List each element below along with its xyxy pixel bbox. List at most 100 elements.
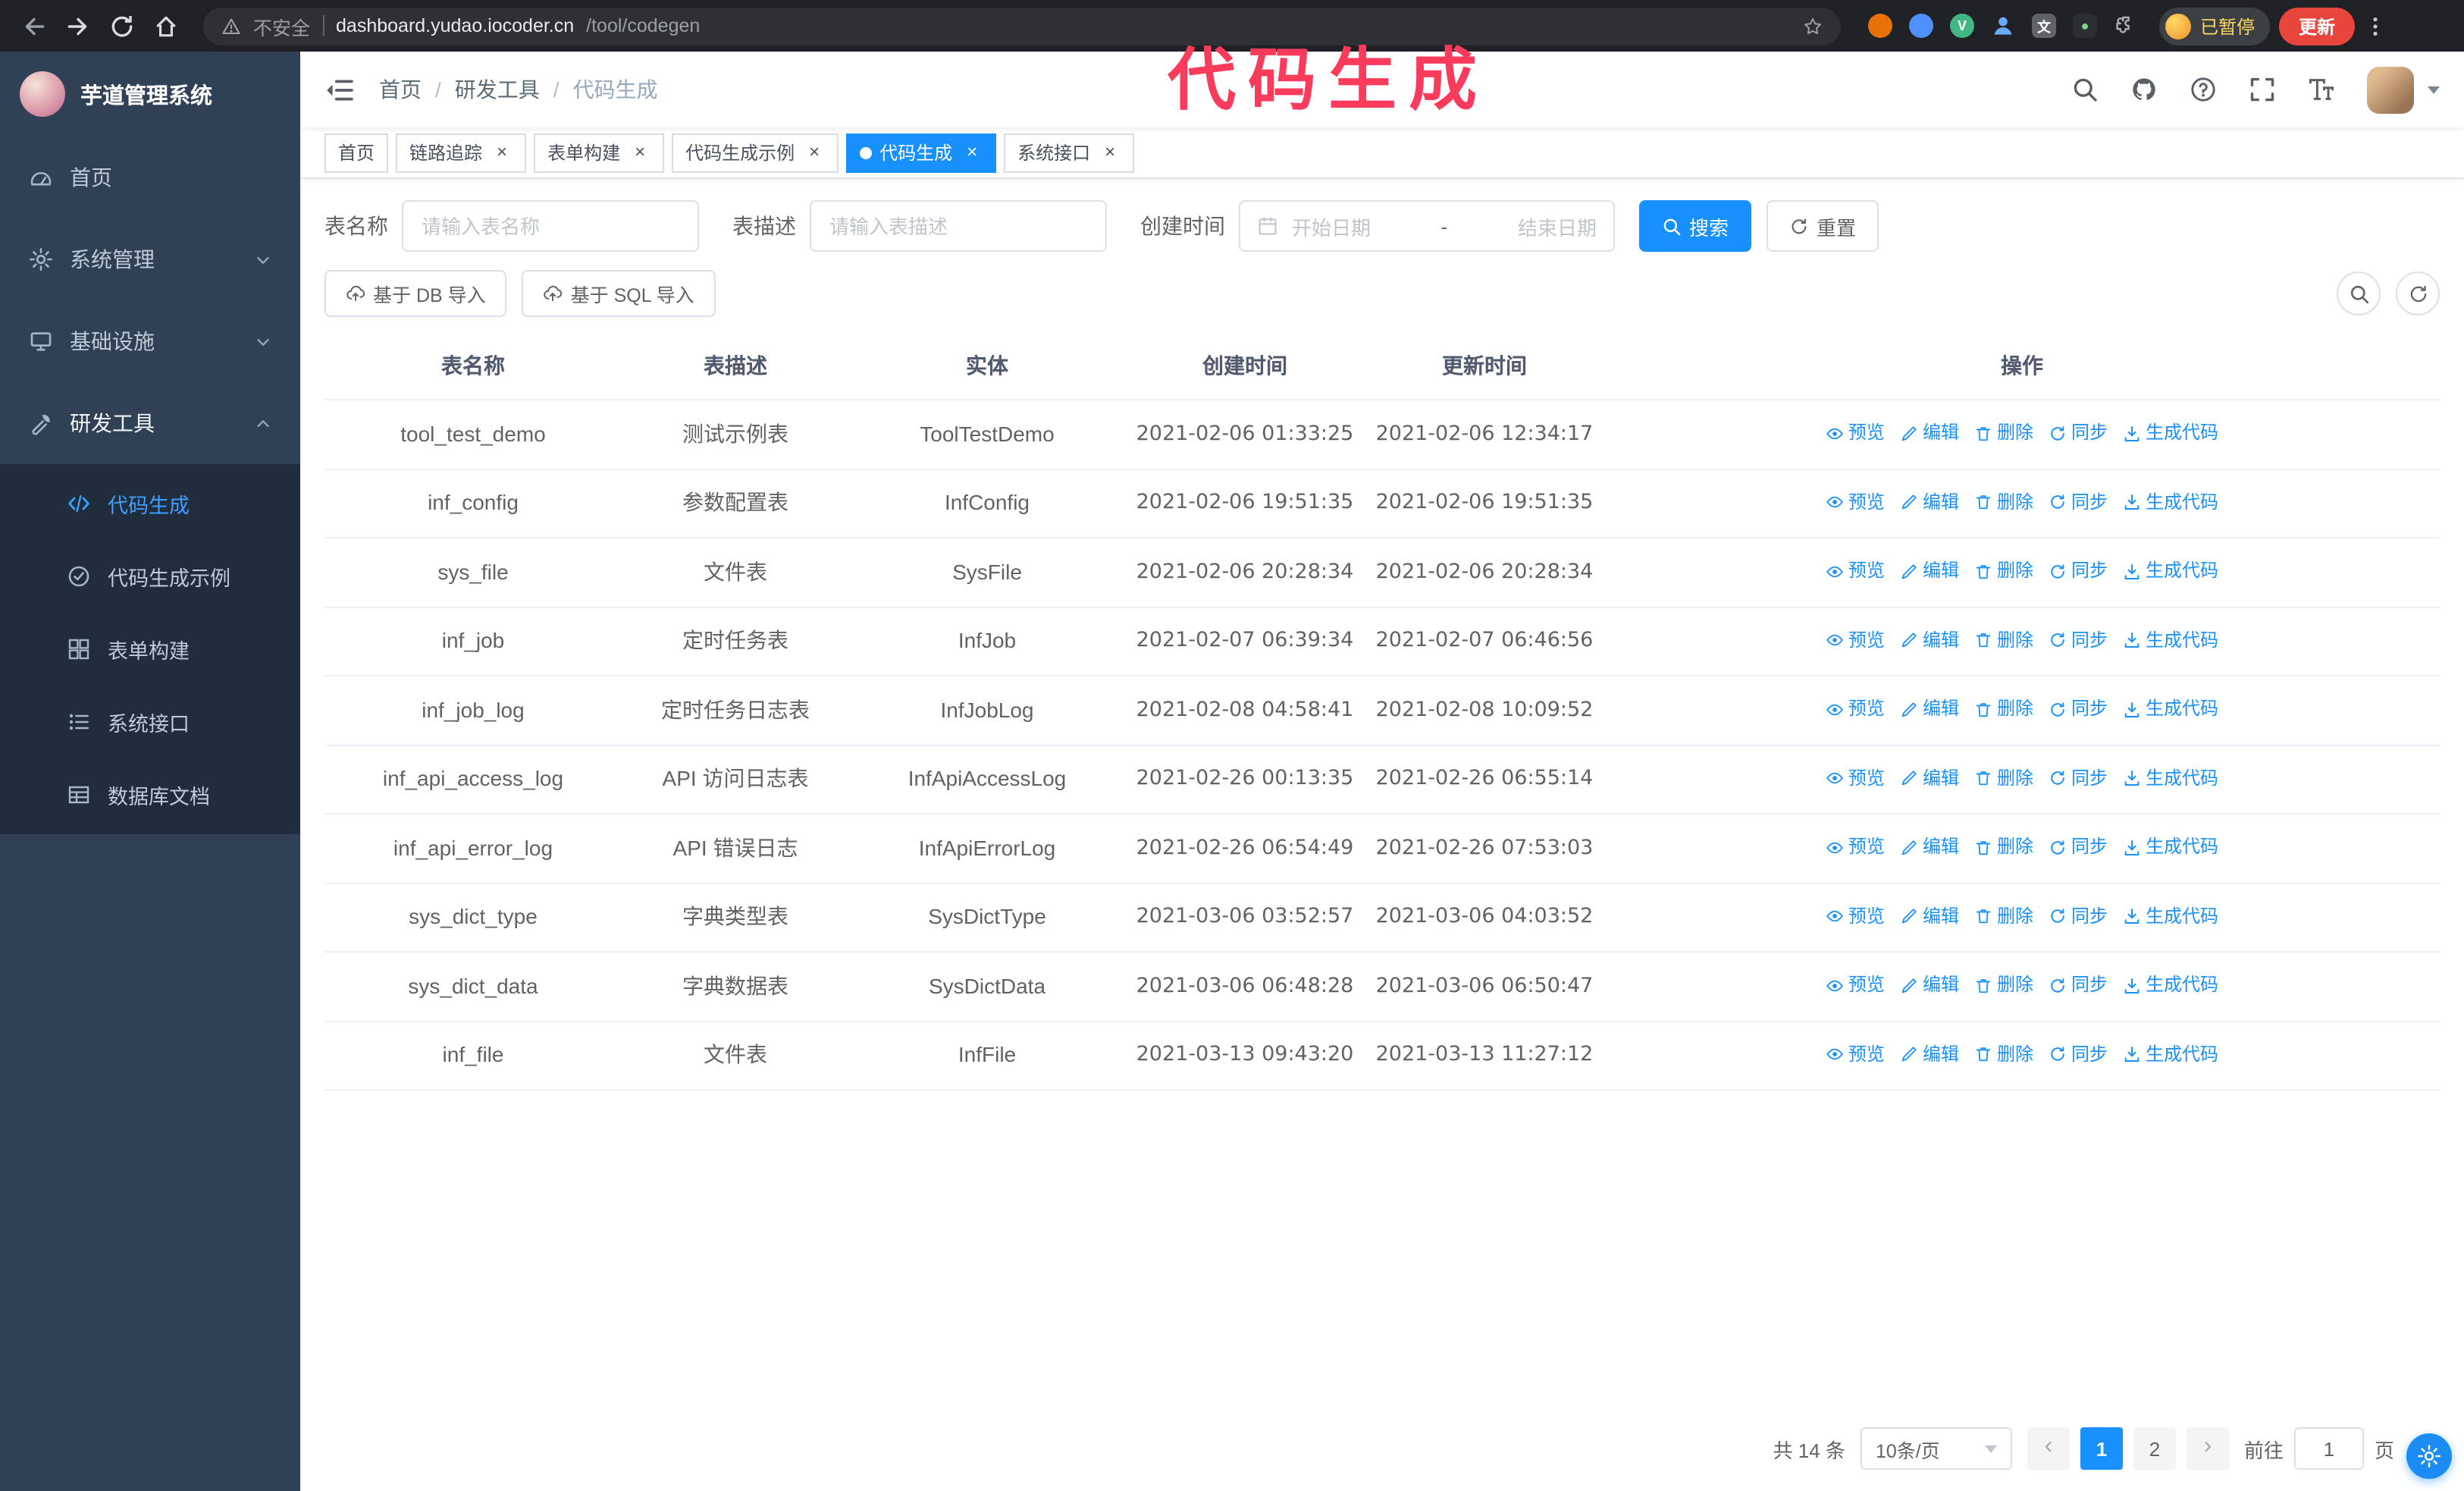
row-action-sync-link[interactable]: 同步	[2049, 900, 2108, 932]
sidebar-subitem-codegen[interactable]: 代码生成	[0, 467, 300, 540]
row-action-edit-link[interactable]: 编辑	[1900, 555, 1959, 587]
back-icon[interactable]	[21, 13, 47, 39]
breadcrumb-item[interactable]: 首页	[379, 74, 422, 105]
row-action-generate-code-link[interactable]: 生成代码	[2123, 693, 2218, 725]
row-action-sync-link[interactable]: 同步	[2049, 486, 2108, 518]
tab-codegen[interactable]: 代码生成 ×	[846, 133, 997, 172]
tab-form-builder[interactable]: 表单构建 ×	[534, 133, 665, 172]
date-range-picker[interactable]: 开始日期 - 结束日期	[1239, 200, 1615, 252]
user-avatar[interactable]	[2367, 66, 2414, 113]
refresh-table-button[interactable]	[2396, 272, 2440, 315]
row-action-delete-link[interactable]: 删除	[1974, 900, 2033, 932]
tampermonkey-extension-icon[interactable]: ●	[2073, 14, 2097, 38]
close-icon[interactable]: ×	[629, 141, 650, 163]
sidebar-item-home[interactable]: 首页	[0, 137, 300, 218]
toggle-search-button[interactable]	[2337, 272, 2381, 315]
row-action-edit-link[interactable]: 编辑	[1900, 1038, 1959, 1070]
row-action-edit-link[interactable]: 编辑	[1900, 693, 1959, 725]
font-size-icon[interactable]	[2308, 76, 2335, 103]
people-extension-icon[interactable]	[1991, 14, 2015, 38]
sidebar-logo[interactable]: 芋道管理系统	[0, 52, 300, 137]
import-sql-button[interactable]: 基于 SQL 导入	[522, 270, 716, 317]
extensions-puzzle-icon[interactable]	[2114, 14, 2138, 38]
browser-update-button[interactable]: 更新	[2279, 7, 2356, 45]
row-action-generate-code-link[interactable]: 生成代码	[2123, 417, 2218, 449]
prev-page-button[interactable]: ‹	[2027, 1427, 2070, 1470]
sidebar-subitem-codegen-example[interactable]: 代码生成示例	[0, 540, 300, 613]
page-button-1[interactable]: 1	[2080, 1427, 2123, 1470]
row-action-delete-link[interactable]: 删除	[1974, 624, 2033, 656]
sidebar-toggle-icon[interactable]	[324, 77, 353, 102]
row-action-delete-link[interactable]: 删除	[1974, 486, 2033, 518]
row-action-generate-code-link[interactable]: 生成代码	[2123, 831, 2218, 863]
row-action-delete-link[interactable]: 删除	[1974, 762, 2033, 794]
bookmark-star-icon[interactable]	[1803, 16, 1823, 36]
extension-icon-2[interactable]	[1909, 14, 1933, 38]
address-bar[interactable]: 不安全 dashboard.yudao.iocoder.cn /tool/cod…	[203, 7, 1841, 45]
search-icon[interactable]	[2071, 76, 2099, 103]
browser-menu-icon[interactable]	[2364, 14, 2387, 37]
sidebar-subitem-system-api[interactable]: 系统接口	[0, 686, 300, 758]
table-name-input[interactable]	[402, 200, 699, 252]
sidebar-subitem-db-doc[interactable]: 数据库文档	[0, 758, 300, 831]
tab-system-api[interactable]: 系统接口 ×	[1004, 133, 1135, 172]
row-action-preview-link[interactable]: 预览	[1826, 831, 1885, 863]
reload-icon[interactable]	[109, 13, 135, 39]
row-action-preview-link[interactable]: 预览	[1826, 624, 1885, 656]
row-action-edit-link[interactable]: 编辑	[1900, 417, 1959, 449]
close-icon[interactable]: ×	[961, 141, 983, 163]
row-action-generate-code-link[interactable]: 生成代码	[2123, 624, 2218, 656]
row-action-preview-link[interactable]: 预览	[1826, 417, 1885, 449]
row-action-sync-link[interactable]: 同步	[2049, 762, 2108, 794]
next-page-button[interactable]: ›	[2186, 1427, 2229, 1470]
row-action-sync-link[interactable]: 同步	[2049, 417, 2108, 449]
avatar-caret-icon[interactable]	[2428, 86, 2440, 93]
row-action-sync-link[interactable]: 同步	[2049, 969, 2108, 1001]
fullscreen-icon[interactable]	[2249, 76, 2276, 103]
row-action-edit-link[interactable]: 编辑	[1900, 969, 1959, 1001]
row-action-preview-link[interactable]: 预览	[1826, 762, 1885, 794]
reset-button[interactable]: 重置	[1766, 200, 1879, 252]
row-action-generate-code-link[interactable]: 生成代码	[2123, 900, 2218, 932]
row-action-edit-link[interactable]: 编辑	[1900, 762, 1959, 794]
tab-home[interactable]: 首页	[324, 133, 389, 172]
row-action-generate-code-link[interactable]: 生成代码	[2123, 1038, 2218, 1070]
page-size-select[interactable]: 10条/页	[1860, 1427, 2012, 1470]
import-db-button[interactable]: 基于 DB 导入	[324, 270, 507, 317]
table-desc-input[interactable]	[810, 200, 1107, 252]
row-action-preview-link[interactable]: 预览	[1826, 693, 1885, 725]
help-icon[interactable]	[2190, 76, 2217, 103]
row-action-edit-link[interactable]: 编辑	[1900, 900, 1959, 932]
row-action-edit-link[interactable]: 编辑	[1900, 831, 1959, 863]
sidebar-subitem-form-builder[interactable]: 表单构建	[0, 613, 300, 686]
home-icon[interactable]	[153, 13, 179, 39]
extension-icon-1[interactable]	[1868, 14, 1892, 38]
row-action-edit-link[interactable]: 编辑	[1900, 624, 1959, 656]
close-icon[interactable]: ×	[491, 141, 513, 163]
github-icon[interactable]	[2130, 76, 2158, 103]
tab-tracing[interactable]: 链路追踪 ×	[396, 133, 527, 172]
row-action-edit-link[interactable]: 编辑	[1900, 486, 1959, 518]
row-action-delete-link[interactable]: 删除	[1974, 1038, 2033, 1070]
row-action-sync-link[interactable]: 同步	[2049, 831, 2108, 863]
row-action-preview-link[interactable]: 预览	[1826, 555, 1885, 587]
row-action-sync-link[interactable]: 同步	[2049, 693, 2108, 725]
forward-icon[interactable]	[65, 13, 91, 39]
sidebar-item-system[interactable]: 系统管理	[0, 218, 300, 300]
row-action-generate-code-link[interactable]: 生成代码	[2123, 555, 2218, 587]
floating-settings-button[interactable]	[2406, 1433, 2452, 1479]
row-action-sync-link[interactable]: 同步	[2049, 1038, 2108, 1070]
row-action-preview-link[interactable]: 预览	[1826, 900, 1885, 932]
row-action-generate-code-link[interactable]: 生成代码	[2123, 969, 2218, 1001]
row-action-delete-link[interactable]: 删除	[1974, 417, 2033, 449]
close-icon[interactable]: ×	[1099, 141, 1121, 163]
translate-extension-icon[interactable]: 文	[2032, 14, 2056, 38]
row-action-generate-code-link[interactable]: 生成代码	[2123, 762, 2218, 794]
row-action-delete-link[interactable]: 删除	[1974, 693, 2033, 725]
sidebar-item-dev-tools[interactable]: 研发工具	[0, 382, 300, 464]
search-button[interactable]: 搜索	[1639, 200, 1752, 252]
row-action-delete-link[interactable]: 删除	[1974, 831, 2033, 863]
row-action-sync-link[interactable]: 同步	[2049, 624, 2108, 656]
row-action-sync-link[interactable]: 同步	[2049, 555, 2108, 587]
row-action-preview-link[interactable]: 预览	[1826, 486, 1885, 518]
